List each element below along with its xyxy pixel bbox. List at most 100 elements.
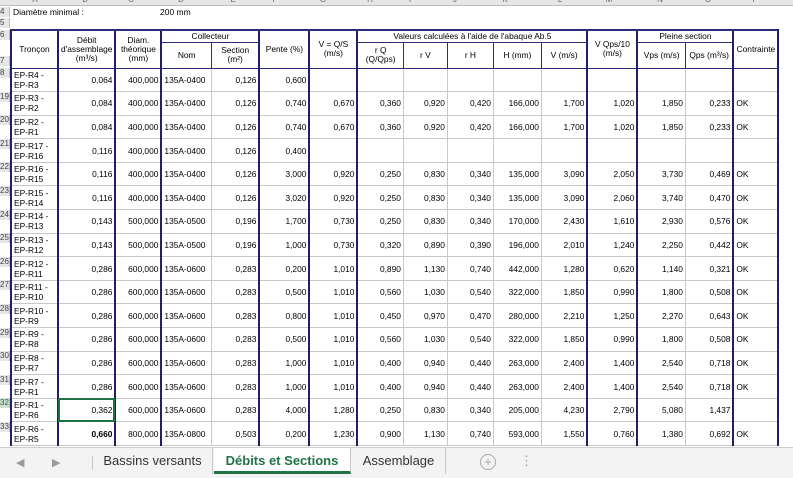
value-cell[interactable] — [356, 138, 404, 163]
value-cell[interactable]: 500,000 — [114, 232, 162, 258]
value-cell[interactable]: 1,280 — [308, 397, 358, 423]
troncon-cell[interactable]: EP-R15 - EP-R14 — [10, 185, 59, 211]
column-letter[interactable]: N — [655, 0, 665, 4]
value-cell[interactable]: 1,850 — [636, 114, 686, 140]
value-cell[interactable]: 166,000 — [492, 91, 542, 116]
contrainte-cell[interactable]: OK — [732, 114, 780, 140]
troncon-cell[interactable]: EP-R1 - EP-R6 — [10, 397, 59, 423]
value-cell[interactable]: 0,116 — [56, 161, 116, 187]
value-cell[interactable]: 0,740 — [446, 421, 494, 446]
value-cell[interactable]: 135A-0600 — [160, 279, 212, 305]
contrainte-cell[interactable]: OK — [732, 209, 780, 234]
row-number[interactable]: 21 — [0, 138, 10, 149]
value-cell[interactable]: 0,286 — [56, 350, 116, 376]
value-cell[interactable]: 0,660 — [56, 421, 116, 446]
contrainte-cell[interactable] — [732, 397, 780, 423]
value-cell[interactable]: 0,286 — [56, 256, 116, 281]
row-number[interactable]: 29 — [0, 327, 10, 338]
value-cell[interactable]: 1,250 — [586, 303, 638, 329]
value-cell[interactable]: 0,620 — [586, 256, 638, 281]
value-cell[interactable]: 1,140 — [636, 256, 686, 281]
troncon-cell[interactable]: EP-R17 - EP-R16 — [10, 138, 59, 163]
column-letter[interactable]: J — [450, 0, 460, 4]
value-cell[interactable]: 0,450 — [356, 303, 404, 329]
contrainte-cell[interactable]: OK — [732, 279, 780, 305]
column-letter[interactable]: E — [228, 0, 238, 4]
row-number[interactable]: 28 — [0, 304, 10, 314]
value-cell[interactable]: 1,130 — [402, 256, 448, 281]
value-cell[interactable]: 0,600 — [258, 67, 310, 93]
value-cell[interactable]: 0,940 — [402, 374, 448, 399]
column-letter[interactable]: M — [604, 0, 614, 4]
value-cell[interactable]: 1,020 — [586, 91, 638, 116]
value-cell[interactable]: 0,670 — [308, 114, 358, 140]
value-cell[interactable]: 0,196 — [210, 232, 260, 258]
value-cell[interactable]: 1,000 — [258, 374, 310, 399]
value-cell[interactable]: 0,126 — [210, 67, 260, 93]
value-cell[interactable]: 0,286 — [56, 327, 116, 352]
value-cell[interactable]: 1,240 — [586, 232, 638, 258]
value-cell[interactable]: 322,000 — [492, 279, 542, 305]
value-cell[interactable] — [356, 67, 404, 93]
troncon-cell[interactable]: EP-R16 - EP-R15 — [10, 161, 59, 187]
column-letter[interactable]: K — [500, 0, 510, 4]
value-cell[interactable]: 0,718 — [684, 350, 734, 376]
row-number[interactable]: 5 — [0, 18, 10, 28]
value-cell[interactable]: 600,000 — [114, 397, 162, 423]
row-number[interactable]: 24 — [0, 209, 10, 220]
value-cell[interactable]: 135A-0800 — [160, 421, 212, 446]
value-cell[interactable]: 0,340 — [446, 161, 494, 187]
value-cell[interactable]: 0,250 — [356, 185, 404, 211]
value-cell[interactable]: 600,000 — [114, 279, 162, 305]
column-letter[interactable]: P — [750, 0, 760, 4]
value-cell[interactable]: 135A-0400 — [160, 114, 212, 140]
value-cell[interactable]: 322,000 — [492, 327, 542, 352]
value-cell[interactable]: 0,321 — [684, 256, 734, 281]
value-cell[interactable] — [308, 138, 358, 163]
column-letter[interactable]: H — [365, 0, 375, 4]
value-cell[interactable]: 3,020 — [258, 185, 310, 211]
value-cell[interactable]: 1,850 — [540, 327, 588, 352]
row-number[interactable]: 22 — [0, 162, 10, 173]
value-cell[interactable]: 0,760 — [586, 421, 638, 446]
value-cell[interactable]: 0,126 — [210, 138, 260, 163]
value-cell[interactable]: 1,437 — [684, 397, 734, 423]
value-cell[interactable]: 2,060 — [586, 185, 638, 211]
value-cell[interactable]: 0,730 — [308, 209, 358, 234]
value-cell[interactable] — [446, 138, 494, 163]
value-cell[interactable]: 2,010 — [540, 232, 588, 258]
value-cell[interactable]: 0,890 — [402, 232, 448, 258]
value-cell[interactable]: 135A-0600 — [160, 256, 212, 281]
spreadsheet-grid[interactable]: A B C D E F G H I J K L M N O P 4 5 6 7 … — [0, 0, 793, 447]
value-cell[interactable]: 0,990 — [586, 279, 638, 305]
column-letter[interactable]: A — [30, 0, 40, 4]
value-cell[interactable]: 135A-0600 — [160, 374, 212, 399]
value-cell[interactable]: 0,830 — [402, 397, 448, 423]
value-cell[interactable]: 1,700 — [258, 209, 310, 234]
value-cell[interactable]: 0,320 — [356, 232, 404, 258]
column-letter[interactable]: L — [555, 0, 565, 4]
value-cell[interactable]: 0,360 — [356, 91, 404, 116]
value-cell[interactable]: 0,440 — [446, 350, 494, 376]
value-cell[interactable]: 0,920 — [308, 161, 358, 187]
value-cell[interactable] — [492, 67, 542, 93]
troncon-cell[interactable]: EP-R6 - EP-R5 — [10, 421, 59, 446]
value-cell[interactable]: 0,126 — [210, 185, 260, 211]
row-number[interactable]: 26 — [0, 256, 10, 267]
value-cell[interactable]: 0,920 — [402, 91, 448, 116]
troncon-cell[interactable]: EP-R2 - EP-R1 — [10, 114, 59, 140]
tab-scroll-left-icon[interactable]: ◀ — [16, 456, 24, 469]
value-cell[interactable]: 0,442 — [684, 232, 734, 258]
value-cell[interactable]: 1,010 — [308, 279, 358, 305]
value-cell[interactable]: 1,850 — [540, 279, 588, 305]
value-cell[interactable]: 0,718 — [684, 374, 734, 399]
contrainte-cell[interactable]: OK — [732, 327, 780, 352]
value-cell[interactable]: 0,286 — [56, 303, 116, 329]
value-cell[interactable]: 0,560 — [356, 327, 404, 352]
value-cell[interactable]: 0,740 — [258, 114, 310, 140]
contrainte-cell[interactable]: OK — [732, 350, 780, 376]
value-cell[interactable]: 0,200 — [258, 421, 310, 446]
value-cell[interactable]: 135,000 — [492, 185, 542, 211]
contrainte-cell[interactable]: OK — [732, 374, 780, 399]
value-cell[interactable]: 0,196 — [210, 209, 260, 234]
